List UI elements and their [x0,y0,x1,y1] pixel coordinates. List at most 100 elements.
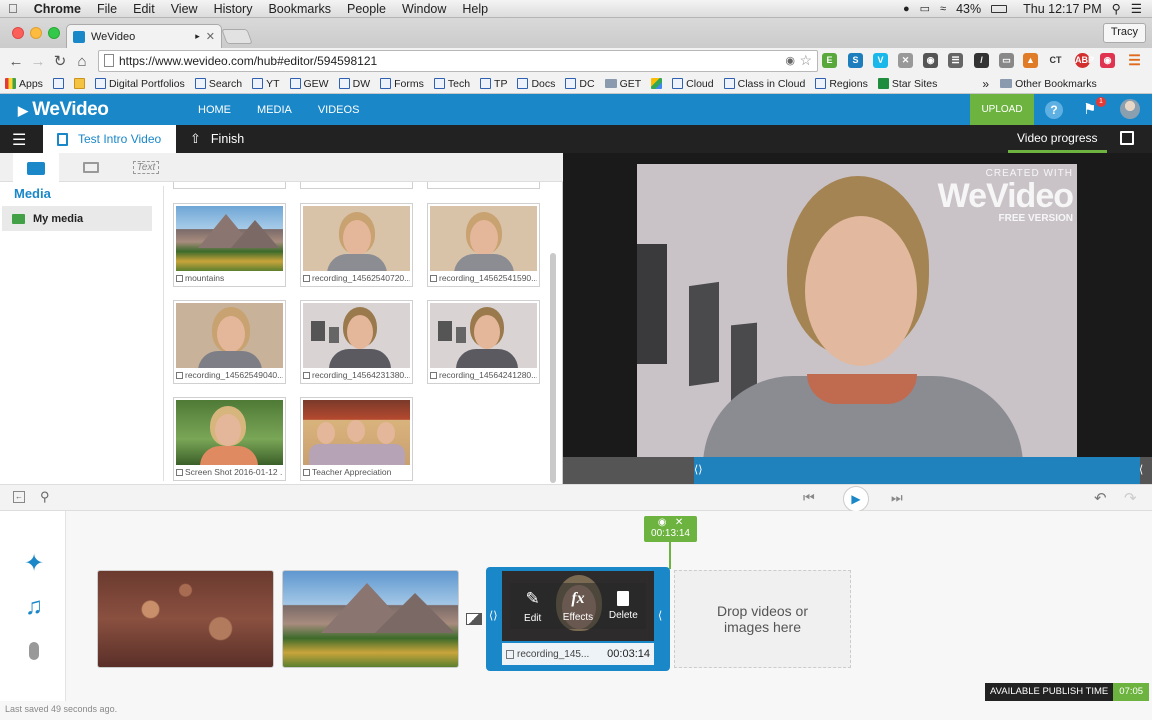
profile-button[interactable]: Tracy [1102,23,1146,43]
ct-extension-icon[interactable]: CT [1048,53,1063,68]
shield-extension-icon[interactable]: ◉ [923,53,938,68]
music-note-icon[interactable]: ♫ [18,591,50,623]
bookmark-item[interactable] [69,78,90,89]
skype-extension-icon[interactable]: S [848,53,863,68]
menu-bookmarks[interactable]: Bookmarks [260,2,339,16]
media-thumb[interactable]: recording_14562540720... [300,203,413,287]
notes-extension-icon[interactable]: ☰ [948,53,963,68]
wevideo-logo[interactable]: ▶ WeVideo [0,99,185,121]
location-icon[interactable]: ◉ [785,54,795,67]
tab-text[interactable]: Text [123,153,169,182]
thumb-partial[interactable] [427,182,540,189]
clip-delete-button[interactable]: Delete [600,583,646,629]
video-progress-tab[interactable]: Video progress [1008,125,1107,153]
close-window-button[interactable] [12,27,24,39]
adblock-extension-icon[interactable]: ABP [1075,53,1094,68]
drop-zone[interactable]: Drop videos or images here [674,570,851,668]
undo-icon[interactable]: ↶ [1094,489,1107,507]
eyedropper-extension-icon[interactable]: / [974,53,989,68]
playhead-marker[interactable]: ◉ ✕ 00:13:14 [644,516,697,542]
nav-home[interactable]: HOME [185,104,244,116]
airplay-icon[interactable]: ▭ [920,2,930,15]
bookmark-item[interactable]: DW [334,78,376,90]
bell-icon[interactable]: ⚑ [1083,100,1096,118]
upload-button[interactable]: UPLOAD [970,94,1034,125]
menu-history[interactable]: History [206,2,261,16]
scrub-selection[interactable] [694,457,1140,484]
media-thumb[interactable]: recording_14562541590... [427,203,540,287]
close-tab-icon[interactable]: ✕ [206,30,215,43]
media-thumb[interactable]: Teacher Appreciation [300,397,413,481]
trim-left-handle[interactable]: ⟨⟩ [694,463,703,476]
clip-effects-button[interactable]: fx Effects [555,583,601,629]
media-thumb[interactable]: recording_14564231380... [300,300,413,384]
timeline-clip-selected[interactable]: ⟨⟩ ⟨ ✎ Edit fx Effects Delete recording_… [486,567,670,671]
clip-trim-left-handle[interactable]: ⟨⟩ [489,609,498,622]
other-bookmarks[interactable]: Other Bookmarks [995,78,1102,90]
browser-tab[interactable]: WeVideo ▸ ✕ [66,24,222,48]
search-icon[interactable]: ⚲ [40,489,50,505]
hamburger-menu-icon[interactable]: ☰ [12,130,26,150]
vimeo-extension-icon[interactable]: V [873,53,888,68]
battery-percent[interactable]: 43% [956,2,981,16]
bookmark-star-icon[interactable]: ☆ [799,52,812,69]
forward-icon[interactable]: → [27,53,49,70]
help-icon[interactable]: ? [1045,101,1063,119]
menu-file[interactable]: File [89,2,125,16]
apple-icon[interactable]:  [0,1,26,16]
back-icon[interactable]: ← [5,53,27,70]
timeline-clip-bokeh[interactable] [97,570,274,668]
my-media-item[interactable]: My media [2,206,152,231]
user-avatar[interactable] [1120,99,1140,119]
nav-videos[interactable]: VIDEOS [305,104,373,116]
menu-view[interactable]: View [163,2,206,16]
bookmarks-overflow-button[interactable]: » [982,77,989,91]
menu-help[interactable]: Help [454,2,496,16]
wifi-icon[interactable]: ≈ [940,3,946,15]
new-tab-button[interactable] [221,29,253,44]
bookmark-item[interactable]: Digital Portfolios [90,78,190,90]
menu-chrome[interactable]: Chrome [26,2,89,16]
redo-icon[interactable]: ↷ [1124,489,1137,507]
project-title-tab[interactable]: Test Intro Video [43,125,176,153]
microphone-icon[interactable]: ● [903,3,910,15]
thumb-partial[interactable] [300,182,413,189]
puzzle-extension-icon[interactable]: ▲ [1023,53,1038,68]
camera-extension-icon[interactable]: ◉ [1100,53,1115,68]
tab-media[interactable] [13,153,59,183]
bookmark-item[interactable] [646,78,667,89]
bookmark-item[interactable]: DC [560,78,599,90]
bookmark-item[interactable]: Search [190,78,247,90]
reload-icon[interactable]: ↻ [49,52,71,70]
bookmark-item[interactable]: Tech [429,78,475,90]
bookmark-item[interactable]: YT [247,78,284,90]
evernote-extension-icon[interactable]: E [822,53,837,68]
clip-edit-button[interactable]: ✎ Edit [510,583,556,629]
media-scrollbar[interactable] [550,253,556,483]
preview-scrubber[interactable]: ⟨⟩ ⟨ [563,457,1152,484]
cast-extension-icon[interactable]: ▭ [999,53,1014,68]
skip-forward-icon[interactable]: ⏭ [891,490,903,506]
bookmark-item[interactable]: Cloud [667,78,718,90]
menu-edit[interactable]: Edit [125,2,163,16]
playhead-line[interactable] [669,542,671,569]
bookmark-apps[interactable]: Apps [0,78,48,90]
bookmark-item[interactable] [48,78,69,89]
media-thumb[interactable]: mountains [173,203,286,287]
skip-back-icon[interactable]: ⏮ [803,490,815,506]
timeline-clip-mountains[interactable] [282,570,459,668]
bookmark-item[interactable]: Star Sites [873,78,943,90]
media-thumb[interactable]: recording_14564241280... [427,300,540,384]
media-thumb[interactable]: Screen Shot 2016-01-12 ... [173,397,286,481]
bookmark-item[interactable]: Docs [512,78,560,90]
nav-media[interactable]: MEDIA [244,104,305,116]
tools-extension-icon[interactable]: ✕ [898,53,913,68]
menu-people[interactable]: People [339,2,394,16]
bookmark-item[interactable]: Class in Cloud [719,78,811,90]
bookmark-item[interactable]: Forms [375,78,429,90]
microphone-icon[interactable] [18,635,50,667]
split-icon[interactable]: ✕ [675,517,683,528]
finish-button[interactable]: ⇧ Finish [190,125,244,153]
speaker-icon[interactable]: ▸ [195,31,200,42]
play-button[interactable]: ▶ [843,486,869,512]
